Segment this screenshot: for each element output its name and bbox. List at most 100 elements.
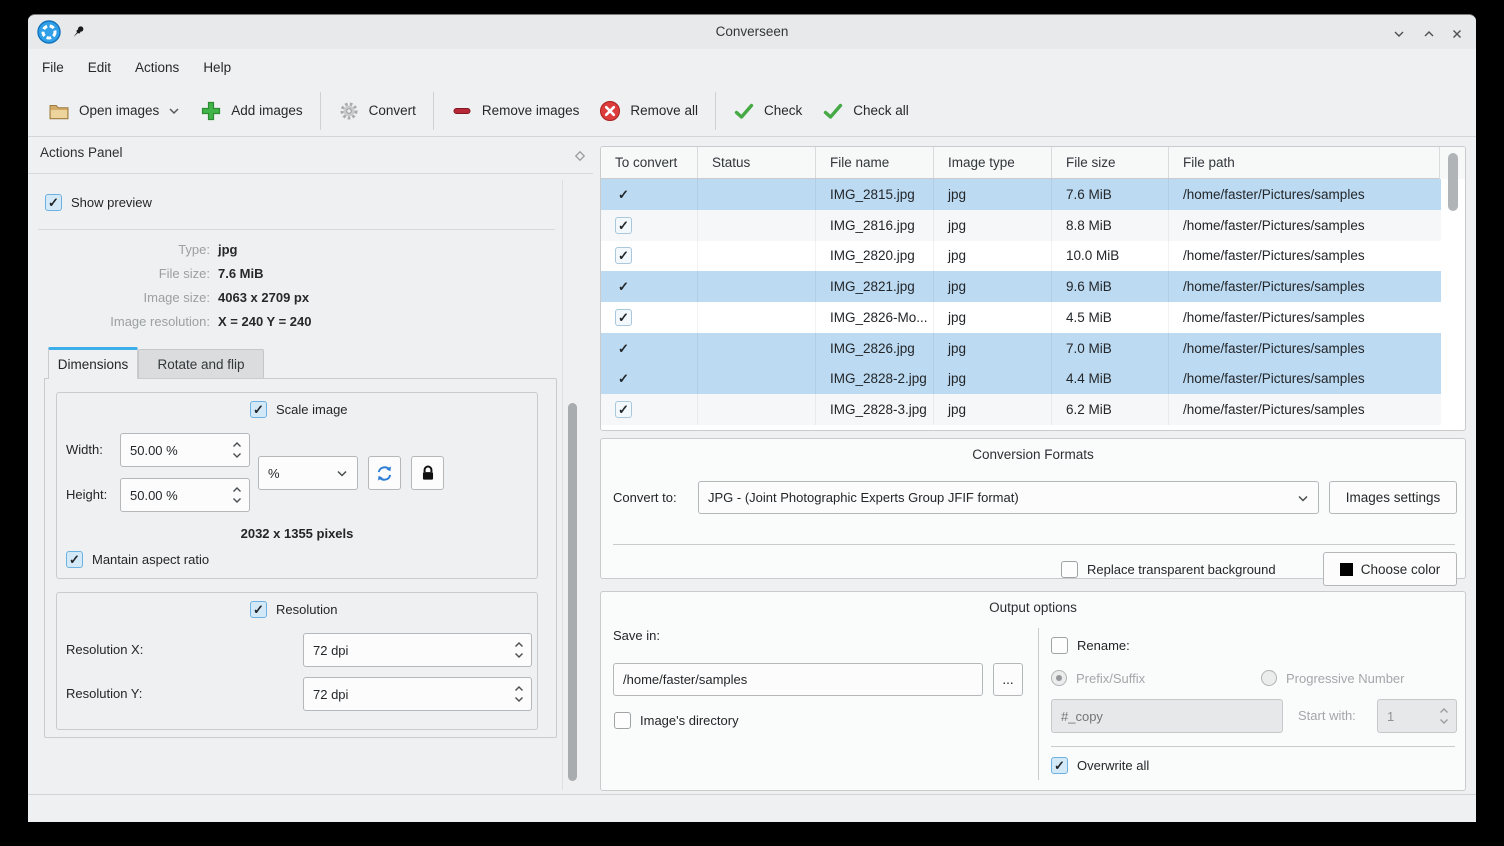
minimize-button[interactable] [1390, 25, 1407, 42]
column-file-name[interactable]: File name [816, 147, 934, 178]
save-in-field[interactable] [613, 663, 983, 696]
column-to-convert[interactable]: To convert [601, 147, 698, 178]
row-checkbox[interactable] [615, 340, 632, 357]
cell-to-convert [601, 179, 698, 210]
table-row[interactable]: IMG_2816.jpg jpg 8.8 MiB /home/faster/Pi… [601, 210, 1441, 241]
statusbar [28, 794, 1476, 822]
cell-status [698, 179, 816, 210]
unit-combobox[interactable]: % [258, 456, 358, 490]
row-checkbox[interactable] [615, 186, 632, 203]
table-row[interactable]: IMG_2828-2.jpg jpg 4.4 MiB /home/faster/… [601, 364, 1441, 395]
overwrite-all-checkbox[interactable]: Overwrite all [1051, 757, 1149, 774]
float-diamond-icon[interactable] [573, 149, 587, 163]
height-spinbox[interactable] [120, 478, 250, 512]
resolution-x-input[interactable] [304, 643, 531, 658]
replace-background-checkbox[interactable]: Replace transparent background [1061, 561, 1276, 578]
open-images-button[interactable]: Open images [38, 92, 190, 130]
remove-images-button[interactable]: Remove images [441, 92, 590, 130]
rename-checkbox[interactable]: Rename: [1051, 637, 1130, 654]
save-in-input[interactable] [614, 672, 982, 687]
spin-arrows-icon[interactable] [232, 479, 242, 511]
overwrite-all-box[interactable] [1051, 757, 1068, 774]
table-row[interactable]: IMG_2820.jpg jpg 10.0 MiB /home/faster/P… [601, 241, 1441, 272]
close-button[interactable] [1448, 25, 1465, 42]
replace-background-box[interactable] [1061, 561, 1078, 578]
panel-scrollbar[interactable] [568, 403, 577, 781]
lock-aspect-button[interactable] [411, 456, 444, 490]
maintain-aspect-box[interactable] [66, 551, 83, 568]
check-button[interactable]: Check [723, 92, 812, 130]
resolution-box[interactable] [250, 601, 267, 618]
row-checkbox[interactable] [615, 278, 632, 295]
convert-button[interactable]: Convert [328, 92, 426, 130]
row-checkbox[interactable] [615, 401, 632, 418]
maintain-aspect-checkbox[interactable]: Mantain aspect ratio [66, 551, 209, 568]
height-input[interactable] [121, 488, 249, 503]
column-file-size[interactable]: File size [1052, 147, 1169, 178]
rename-pattern-input[interactable] [1052, 709, 1282, 724]
width-spinbox[interactable] [120, 433, 250, 467]
spin-arrows-icon[interactable] [1439, 700, 1449, 732]
menu-actions[interactable]: Actions [123, 49, 191, 85]
table-row[interactable]: IMG_2828-3.jpg jpg 6.2 MiB /home/faster/… [601, 394, 1441, 425]
width-input[interactable] [121, 443, 249, 458]
info-row-imagesize: Image size: 4063 x 2709 px [28, 290, 448, 305]
images-settings-button[interactable]: Images settings [1329, 481, 1457, 514]
menu-edit[interactable]: Edit [76, 49, 123, 85]
titlebar[interactable]: Converseen [28, 15, 1476, 49]
check-label: Check [764, 103, 802, 118]
column-status[interactable]: Status [698, 147, 816, 178]
browse-button[interactable]: ... [993, 663, 1023, 696]
progressive-number-radio[interactable]: Progressive Number [1261, 670, 1405, 686]
cell-file-path: /home/faster/Pictures/samples [1169, 210, 1441, 241]
tab-dimensions[interactable]: Dimensions [48, 347, 138, 379]
row-checkbox[interactable] [615, 217, 632, 234]
maximize-button[interactable] [1420, 25, 1437, 42]
resolution-y-spinbox[interactable] [303, 677, 532, 711]
remove-all-button[interactable]: Remove all [589, 92, 708, 130]
resolution-y-input[interactable] [304, 687, 531, 702]
tab-rotate-and-flip[interactable]: Rotate and flip [138, 349, 264, 378]
table-row[interactable]: IMG_2821.jpg jpg 9.6 MiB /home/faster/Pi… [601, 271, 1441, 302]
menu-help[interactable]: Help [191, 49, 243, 85]
cell-file-size: 6.2 MiB [1052, 394, 1169, 425]
menu-file[interactable]: File [30, 49, 76, 85]
row-checkbox[interactable] [615, 370, 632, 387]
rename-pattern-field[interactable] [1051, 699, 1283, 733]
add-images-button[interactable]: Add images [190, 92, 312, 130]
spin-arrows-icon[interactable] [232, 434, 242, 466]
resolution-x-spinbox[interactable] [303, 633, 532, 667]
table-row[interactable]: IMG_2826-Mo... jpg 4.5 MiB /home/faster/… [601, 302, 1441, 333]
table-scrollbar[interactable] [1448, 153, 1458, 211]
show-preview-checkbox[interactable]: Show preview [45, 194, 152, 211]
progressive-number-radio-circle[interactable] [1261, 670, 1277, 686]
prefix-suffix-radio-circle[interactable] [1051, 670, 1067, 686]
spin-arrows-icon[interactable] [514, 678, 524, 710]
resolution-checkbox[interactable]: Resolution [250, 601, 337, 618]
images-settings-label: Images settings [1346, 490, 1441, 505]
rename-box[interactable] [1051, 637, 1068, 654]
format-combobox[interactable]: JPG - (Joint Photographic Experts Group … [698, 481, 1319, 514]
width-label: Width: [66, 433, 103, 467]
cell-status [698, 210, 816, 241]
column-image-type[interactable]: Image type [934, 147, 1052, 178]
images-directory-box[interactable] [614, 712, 631, 729]
images-directory-checkbox[interactable]: Image's directory [614, 712, 739, 729]
choose-color-button[interactable]: Choose color [1323, 552, 1457, 586]
scaled-size-info: 2032 x 1355 pixels [56, 526, 538, 541]
table-row[interactable]: IMG_2815.jpg jpg 7.6 MiB /home/faster/Pi… [601, 179, 1441, 210]
refresh-size-button[interactable] [368, 456, 401, 490]
row-checkbox[interactable] [615, 247, 632, 264]
info-value: 4063 x 2709 px [218, 290, 309, 305]
table-row[interactable]: IMG_2826.jpg jpg 7.0 MiB /home/faster/Pi… [601, 333, 1441, 364]
check-all-button[interactable]: Check all [812, 92, 919, 130]
column-file-path[interactable]: File path [1169, 147, 1465, 178]
prefix-suffix-radio[interactable]: Prefix/Suffix [1051, 670, 1145, 686]
show-preview-box[interactable] [45, 194, 62, 211]
start-with-spinbox[interactable] [1377, 699, 1457, 733]
prefix-suffix-label: Prefix/Suffix [1076, 671, 1145, 686]
row-checkbox[interactable] [615, 309, 632, 326]
spin-arrows-icon[interactable] [514, 634, 524, 666]
scale-image-box[interactable] [250, 401, 267, 418]
scale-image-checkbox[interactable]: Scale image [250, 401, 348, 418]
